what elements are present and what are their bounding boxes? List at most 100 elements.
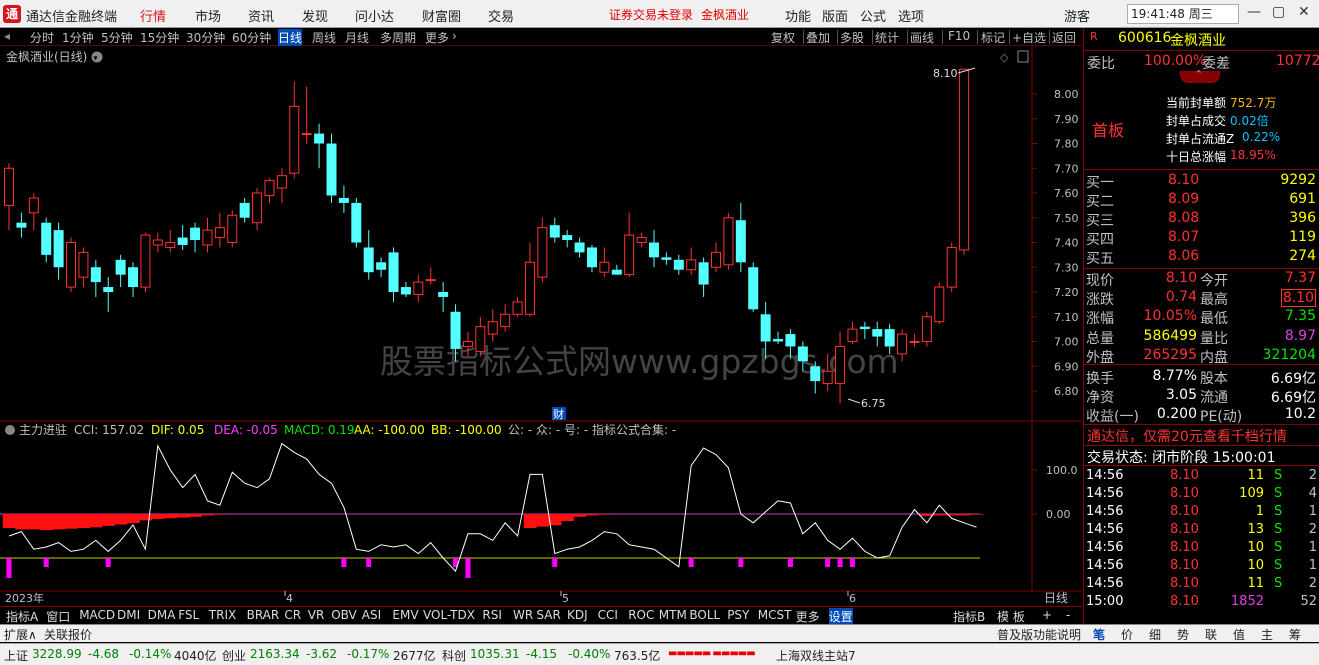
indicator-settings-icon[interactable]: [5, 425, 15, 435]
tick-count: 1: [1308, 558, 1317, 573]
user-guest[interactable]: 游客: [1064, 6, 1090, 25]
indicator-tab-7[interactable]: TRIX: [209, 608, 236, 622]
tool-addwatch[interactable]: +自选: [1012, 29, 1046, 46]
menu-caifuquan[interactable]: 财富圈: [422, 6, 461, 25]
tool-huaxian[interactable]: 画线: [910, 29, 934, 46]
period-multi[interactable]: 多周期: [380, 29, 416, 46]
period-60min[interactable]: 60分钟: [232, 29, 271, 46]
menu-banmian[interactable]: 版面: [822, 6, 848, 25]
collapse-icon[interactable]: ◂: [4, 29, 10, 43]
bid-price[interactable]: 8.09: [1168, 191, 1199, 207]
period-weekly[interactable]: 周线: [312, 29, 336, 46]
bid-price[interactable]: 8.06: [1168, 248, 1199, 264]
server-name[interactable]: 上海双线主站7: [776, 647, 856, 664]
period-monthly[interactable]: 月线: [345, 29, 369, 46]
indicator-tab-10[interactable]: VR: [308, 608, 325, 622]
indicator-tab-5[interactable]: DMA: [148, 608, 176, 622]
indicator-tab-19[interactable]: CCI: [598, 608, 618, 622]
menu-gongneng[interactable]: 功能: [785, 6, 811, 25]
indicator-tab-24[interactable]: MCST: [758, 608, 792, 622]
indicator-tab-4[interactable]: DMI: [117, 608, 140, 622]
indicator-tab-2[interactable]: 窗口: [46, 608, 70, 625]
indicator-tab-14[interactable]: VOL-TDX: [423, 608, 475, 622]
login-notice[interactable]: 证券交易未登录: [609, 6, 693, 23]
panel-switch-8[interactable]: 筹: [1289, 626, 1301, 643]
tool-fuquan[interactable]: 复权: [771, 29, 795, 46]
tab-indicator-b[interactable]: 指标B: [953, 608, 985, 625]
tool-f10[interactable]: F10: [948, 29, 970, 43]
period-15min[interactable]: 15分钟: [140, 29, 179, 46]
indicator-tab-3[interactable]: MACD: [79, 608, 115, 622]
bid-price[interactable]: 8.10: [1168, 172, 1199, 188]
tool-diejia[interactable]: 叠加: [806, 29, 830, 46]
indicator-tab-8[interactable]: BRAR: [247, 608, 280, 622]
tool-duogu[interactable]: 多股: [840, 29, 864, 46]
menu-gongshi[interactable]: 公式: [860, 6, 886, 25]
index-sh-name[interactable]: 上证: [4, 647, 28, 664]
menu-hangqing[interactable]: 行情: [140, 6, 166, 25]
indicator-tab-6[interactable]: FSL: [178, 608, 199, 622]
panel-switch-4[interactable]: 势: [1177, 626, 1189, 643]
panel-switch-7[interactable]: 主: [1261, 626, 1273, 643]
panel-switch-3[interactable]: 细: [1149, 626, 1161, 643]
chart-area[interactable]: 8.00 7.90 7.80 7.70 7.60 7.50 7.40 7.30 7.20 7.10…: [0, 46, 1082, 606]
indicator-tab-20[interactable]: ROC: [628, 608, 654, 622]
panel-switch-2[interactable]: 价: [1121, 626, 1133, 643]
indicator-tab-15[interactable]: RSI: [482, 608, 502, 622]
stock-link[interactable]: 金枫酒业: [701, 6, 749, 23]
kline-chart[interactable]: 8.00 7.90 7.80 7.70 7.60 7.50 7.40 7.30 7.20 7.10…: [0, 46, 1082, 606]
period-30min[interactable]: 30分钟: [186, 29, 225, 46]
quote-value: 3.05: [1165, 387, 1197, 404]
panel-switch-1[interactable]: 笔: [1093, 626, 1105, 643]
menu-xuanxiang[interactable]: 选项: [898, 6, 924, 25]
bid-price[interactable]: 8.08: [1168, 210, 1199, 226]
ad-banner[interactable]: 通达信，仅需20元查看千档行情: [1087, 426, 1287, 446]
expand-tab[interactable]: ⌃: [1180, 68, 1220, 83]
indicator-tab-17[interactable]: SAR: [536, 608, 560, 622]
indicator-tab-12[interactable]: ASI: [362, 608, 381, 622]
feature-info-link[interactable]: 普及版功能说明: [997, 626, 1081, 643]
panel-switch-5[interactable]: 联: [1205, 626, 1217, 643]
menu-wenxiaoda[interactable]: 问小达: [355, 6, 394, 25]
tool-tongji[interactable]: 统计: [875, 29, 899, 46]
period-fenshi[interactable]: 分时: [30, 29, 54, 46]
tool-back[interactable]: 返回: [1052, 29, 1076, 46]
menu-shichang[interactable]: 市场: [195, 6, 221, 25]
indicator-tab-23[interactable]: PSY: [727, 608, 749, 622]
indicator-tab-18[interactable]: KDJ: [567, 608, 588, 622]
more-chevron-icon[interactable]: ›: [452, 29, 457, 43]
menu-faxian[interactable]: 发现: [302, 6, 328, 25]
menu-jiaoyi[interactable]: 交易: [488, 6, 514, 25]
period-5min[interactable]: 5分钟: [101, 29, 133, 46]
tool-biaoji[interactable]: 标记: [981, 29, 1005, 46]
indicator-tab-9[interactable]: CR: [284, 608, 301, 622]
maximize-icon[interactable]: ▢: [1272, 4, 1285, 20]
index-kc-name[interactable]: 科创: [442, 647, 466, 664]
zoom-out-button[interactable]: -: [1066, 608, 1070, 622]
indicator-tab-11[interactable]: OBV: [331, 608, 357, 622]
indicator-tab-16[interactable]: WR: [513, 608, 533, 622]
indicator-tab-25[interactable]: 更多: [796, 608, 820, 625]
indicator-tab-1[interactable]: 指标A: [6, 608, 38, 625]
related-quote-button[interactable]: 关联报价: [44, 626, 92, 643]
tab-template[interactable]: 模 板: [997, 608, 1025, 625]
close-icon[interactable]: ✕: [1298, 4, 1310, 20]
diamond-icon[interactable]: ◇: [1000, 51, 1009, 64]
period-daily[interactable]: 日线: [278, 29, 303, 46]
expand-button[interactable]: 扩展∧: [4, 626, 37, 643]
macd-bar: [27, 514, 41, 530]
indicator-tab-26[interactable]: 设置: [828, 608, 853, 625]
period-1min[interactable]: 1分钟: [62, 29, 94, 46]
macd-bar: [970, 514, 984, 515]
indicator-tab-13[interactable]: EMV: [392, 608, 418, 622]
zoom-in-button[interactable]: +: [1042, 608, 1052, 622]
minimize-icon[interactable]: —: [1247, 4, 1261, 20]
indicator-tab-22[interactable]: BOLL: [689, 608, 720, 622]
panel-switch-6[interactable]: 值: [1233, 626, 1245, 643]
indicator-tab-21[interactable]: MTM: [659, 608, 687, 622]
candle-body: [773, 339, 784, 342]
period-more[interactable]: 更多: [425, 29, 449, 46]
menu-zixun[interactable]: 资讯: [248, 6, 274, 25]
bid-price[interactable]: 8.07: [1168, 229, 1199, 245]
index-cy-name[interactable]: 创业: [222, 647, 246, 664]
